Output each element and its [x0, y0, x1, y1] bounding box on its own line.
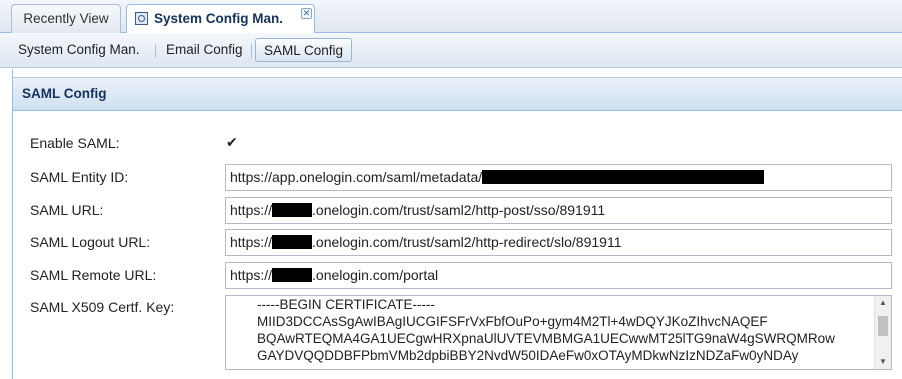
entity-id-input[interactable]: https://app.onelogin.com/saml/metadata/ [225, 164, 892, 191]
logout-url-label: SAML Logout URL: [30, 234, 151, 250]
subtab-email-config[interactable]: Email Config [162, 38, 247, 62]
tab-recently-view[interactable]: Recently View [11, 4, 121, 33]
panel-header: SAML Config [13, 77, 902, 111]
sub-tab-strip: System Config Man. Email Config SAML Con… [0, 33, 902, 68]
enable-saml-label: Enable SAML: [30, 135, 120, 151]
enable-saml-checkbox[interactable]: ✔ [226, 134, 239, 150]
x509-label: SAML X509 Certf. Key: [30, 299, 175, 315]
redacted-block [272, 268, 313, 282]
scroll-thumb[interactable] [878, 316, 888, 336]
redacted-block [272, 235, 313, 249]
scroll-down-icon[interactable]: ▼ [875, 355, 891, 369]
logout-url-input[interactable]: https:// .onelogin.com/trust/saml2/http-r… [225, 229, 892, 256]
entity-id-value-prefix: https://app.onelogin.com/saml/metadata/ [230, 169, 483, 185]
panel-title: SAML Config [22, 86, 107, 101]
certificate-line: MIID3DCCAsSgAwIBAgIUCGIFSFrVxFbfOuPo+gym… [257, 314, 768, 329]
top-tab-strip: Recently View System Config Man. ✕ [0, 0, 902, 34]
tab-recently-view-label: Recently View [23, 11, 109, 26]
certificate-line: -----BEGIN CERTIFICATE----- [257, 297, 435, 312]
redacted-block [482, 170, 765, 184]
certificate-line: GAYDVQQDDBFPbmVMb2dpbiBBY2NvdW50IDAeFw0x… [257, 348, 799, 363]
vertical-scrollbar[interactable]: ▲ ▼ [874, 296, 891, 369]
remote-url-value-prefix: https:// [230, 267, 273, 283]
redacted-block [272, 203, 313, 217]
subtab-system-config-man[interactable]: System Config Man. [14, 38, 144, 62]
entity-id-label: SAML Entity ID: [30, 169, 129, 185]
saml-url-value-suffix: .onelogin.com/trust/saml2/http-post/sso/… [312, 202, 606, 218]
saml-url-label: SAML URL: [30, 202, 104, 218]
close-icon[interactable]: ✕ [301, 8, 312, 19]
certificate-text: -----BEGIN CERTIFICATE----- MIID3DCCAsSgA… [257, 296, 835, 364]
subtab-divider [251, 44, 252, 58]
tab-system-config-man[interactable]: System Config Man. ✕ [126, 4, 315, 34]
saml-url-input[interactable]: https:// .onelogin.com/trust/saml2/http-p… [225, 197, 892, 224]
checkmark-icon: ✔ [226, 134, 238, 150]
subtab-divider [155, 44, 156, 58]
remote-url-input[interactable]: https:// .onelogin.com/portal [225, 262, 892, 289]
app-window: Recently View System Config Man. ✕ Syste… [0, 0, 902, 379]
tab-system-config-man-label: System Config Man. [154, 11, 284, 26]
certificate-line: BQAwRTEQMA4GA1UECgwHRXpnaUlUVTEVMBMGA1UE… [257, 331, 835, 346]
subtab-saml-config[interactable]: SAML Config [255, 38, 352, 62]
logout-url-value-prefix: https:// [230, 234, 273, 250]
config-icon [135, 12, 148, 25]
x509-certificate-textarea[interactable]: -----BEGIN CERTIFICATE----- MIID3DCCAsSgA… [225, 295, 892, 370]
scroll-up-icon[interactable]: ▲ [875, 296, 891, 310]
logout-url-value-suffix: .onelogin.com/trust/saml2/http-redirect/… [312, 234, 622, 250]
saml-url-value-prefix: https:// [230, 202, 273, 218]
remote-url-label: SAML Remote URL: [30, 267, 157, 283]
remote-url-value-suffix: .onelogin.com/portal [312, 267, 439, 283]
